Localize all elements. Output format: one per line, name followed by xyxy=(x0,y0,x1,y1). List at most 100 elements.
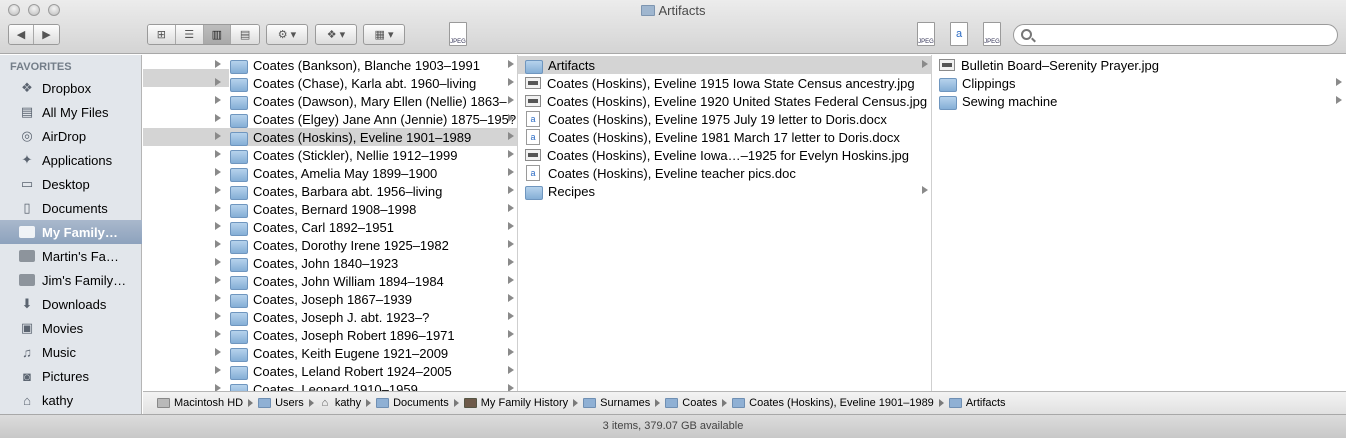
search-field[interactable] xyxy=(1013,24,1338,46)
row-label: Coates (Chase), Karla abt. 1960–living xyxy=(253,75,477,91)
sidebar-item[interactable]: ⌂ kathy xyxy=(0,388,142,412)
folder-row[interactable]: Coates, Dorothy Irene 1925–1982 xyxy=(143,236,517,254)
row-label: Sewing machine xyxy=(962,93,1058,109)
photo-folder-icon xyxy=(463,398,477,408)
folder-row[interactable]: Artifacts xyxy=(518,56,931,74)
expand-arrow-icon xyxy=(508,366,514,374)
path-crumb[interactable]: ⌂ kathy xyxy=(319,397,361,409)
folder-row[interactable]: Coates, Barbara abt. 1956–living xyxy=(143,182,517,200)
sidebar-item[interactable]: ⬇ Downloads xyxy=(0,292,142,316)
folder-row[interactable]: Coates, Carl 1892–1951 xyxy=(143,218,517,236)
folder-row[interactable]: Coates, Joseph Robert 1896–1971 xyxy=(143,326,517,344)
dropbox-menu-button[interactable]: ❖ ▾ xyxy=(315,24,357,45)
sidebar-item[interactable]: ◎ AirDrop xyxy=(0,124,142,148)
folder-row[interactable]: Coates, Bernard 1908–1998 xyxy=(143,200,517,218)
sidebar-item[interactable]: ♫ Music xyxy=(0,340,142,364)
sidebar-item[interactable]: ▣ Movies xyxy=(0,316,142,340)
expand-arrow-icon xyxy=(922,60,928,68)
file-row[interactable]: Coates (Hoskins), Eveline 1915 Iowa Stat… xyxy=(518,74,931,92)
disclosure-arrow-icon xyxy=(215,222,221,230)
coverflow-view-button[interactable]: ▤ xyxy=(231,25,259,44)
folder-icon xyxy=(524,184,543,200)
path-crumb[interactable]: Documents xyxy=(376,397,449,409)
word-document-icon: a xyxy=(526,129,540,145)
list-view-button[interactable]: ☰ xyxy=(175,25,204,44)
sidebar-item-label: Movies xyxy=(42,320,84,336)
folder-row[interactable]: Coates, Amelia May 1899–1900 xyxy=(143,164,517,182)
folder-icon xyxy=(524,58,543,74)
path-crumb[interactable]: Surnames xyxy=(583,397,650,409)
status-text: 3 items, 379.07 GB available xyxy=(602,420,744,432)
surnames-column[interactable]: Coates (Bankson), Blanche 1903–1991 Coate… xyxy=(143,55,518,391)
image-file-icon xyxy=(525,77,541,89)
path-separator-icon xyxy=(573,399,579,407)
music-icon: ♫ xyxy=(22,344,32,360)
desktop-icon: ▭ xyxy=(20,176,34,191)
folder-row[interactable]: Coates, John 1840–1923 xyxy=(143,254,517,272)
path-separator-icon xyxy=(938,399,944,407)
row-label: Coates, John 1840–1923 xyxy=(253,255,399,271)
file-row[interactable]: a Coates (Hoskins), Eveline 1981 March 17… xyxy=(518,128,931,146)
sidebar-item[interactable]: ▭ Desktop xyxy=(0,172,142,196)
coverflow-view-icon: ▤ xyxy=(239,29,251,41)
folder-row[interactable]: Coates, Leonard 1910–1959 xyxy=(143,380,517,391)
folder-row[interactable]: Coates (Chase), Karla abt. 1960–living xyxy=(143,74,517,92)
jpeg-file-icon[interactable]: JPEG xyxy=(449,22,467,46)
folder-row[interactable]: Clippings xyxy=(932,74,1346,92)
path-crumb[interactable]: Users xyxy=(258,397,304,409)
sidebar-item[interactable]: ▤ All My Files xyxy=(0,100,142,124)
sidebar-item[interactable]: ▯ Documents xyxy=(0,196,142,220)
action-menu-button[interactable]: ⚙ ▾ xyxy=(266,24,308,45)
file-row[interactable]: a Coates (Hoskins), Eveline teacher pics.… xyxy=(518,164,931,182)
path-crumb[interactable]: Macintosh HD xyxy=(157,397,243,409)
folder-row[interactable]: Coates (Bankson), Blanche 1903–1991 xyxy=(143,56,517,74)
row-label: Coates (Hoskins), Eveline 1915 Iowa Stat… xyxy=(547,75,915,91)
disclosure-arrow-icon xyxy=(215,240,221,248)
path-crumb-label: Artifacts xyxy=(965,397,1006,409)
path-crumb[interactable]: Coates (Hoskins), Eveline 1901–1989 xyxy=(732,397,934,409)
folder-row[interactable]: Coates, Joseph 1867–1939 xyxy=(143,290,517,308)
file-row[interactable]: a Coates (Hoskins), Eveline 1975 July 19 … xyxy=(518,110,931,128)
sidebar-item[interactable]: My Family… xyxy=(0,220,142,244)
folder-row[interactable]: Coates (Dawson), Mary Ellen (Nellie) 186… xyxy=(143,92,517,110)
sidebar-item[interactable]: Martin's Fa… xyxy=(0,244,142,268)
jpeg-file-icon[interactable]: JPEG xyxy=(983,22,1001,46)
folder-row[interactable]: Coates, Keith Eugene 1921–2009 xyxy=(143,344,517,362)
file-row[interactable]: Coates (Hoskins), Eveline 1920 United St… xyxy=(518,92,931,110)
path-crumb-label: kathy xyxy=(334,397,362,409)
folder-row[interactable]: Coates (Stickler), Nellie 1912–1999 xyxy=(143,146,517,164)
arrange-menu-button[interactable]: ▦ ▾ xyxy=(363,24,405,45)
back-button[interactable]: ◀ xyxy=(9,25,34,44)
folder-row[interactable]: Coates, Joseph J. abt. 1923–? xyxy=(143,308,517,326)
image-file-icon xyxy=(939,59,955,71)
jpeg-file-icon[interactable]: JPEG xyxy=(917,22,935,46)
sidebar-item[interactable]: ❖ Dropbox xyxy=(0,76,142,100)
folder-row[interactable]: Coates, John William 1894–1984 xyxy=(143,272,517,290)
eveline-column[interactable]: Artifacts Coates (Hoskins), Eveline 1915 … xyxy=(518,55,932,391)
folder-row[interactable]: Coates (Hoskins), Eveline 1901–1989 xyxy=(143,128,517,146)
airdrop-icon: ◎ xyxy=(21,128,33,143)
disclosure-arrow-icon xyxy=(215,78,221,86)
icon-view-button[interactable]: ⊞ xyxy=(148,25,176,44)
path-crumb[interactable]: Coates xyxy=(665,397,717,409)
path-crumb[interactable]: My Family History xyxy=(463,397,568,409)
artifacts-column[interactable]: Bulletin Board–Serenity Prayer.jpg Clippi… xyxy=(932,55,1346,391)
sidebar-item[interactable]: ✦ Applications xyxy=(0,148,142,172)
sidebar-item[interactable]: Jim's Family… xyxy=(0,268,142,292)
folder-icon xyxy=(229,256,248,272)
path-crumb[interactable]: Artifacts xyxy=(948,397,1006,409)
file-row[interactable]: Bulletin Board–Serenity Prayer.jpg xyxy=(932,56,1346,74)
file-row[interactable]: Coates (Hoskins), Eveline Iowa…–1925 for… xyxy=(518,146,931,164)
folder-row[interactable]: Coates (Elgey) Jane Ann (Jennie) 1875–19… xyxy=(143,110,517,128)
folder-row[interactable]: Coates, Leland Robert 1924–2005 xyxy=(143,362,517,380)
sidebar-item[interactable]: ◙ Pictures xyxy=(0,364,142,388)
disclosure-arrow-icon xyxy=(215,258,221,266)
row-label: Coates, Bernard 1908–1998 xyxy=(253,201,417,217)
folder-row[interactable]: Sewing machine xyxy=(932,92,1346,110)
folder-row[interactable]: Recipes xyxy=(518,182,931,200)
folder-icon xyxy=(18,272,36,288)
column-view-button[interactable]: ▥ xyxy=(203,25,232,44)
word-document-icon[interactable]: a xyxy=(950,22,968,46)
forward-button[interactable]: ▶ xyxy=(34,25,59,44)
path-bar: Macintosh HD Users ⌂ kathy Documents My Famil… xyxy=(143,391,1346,414)
